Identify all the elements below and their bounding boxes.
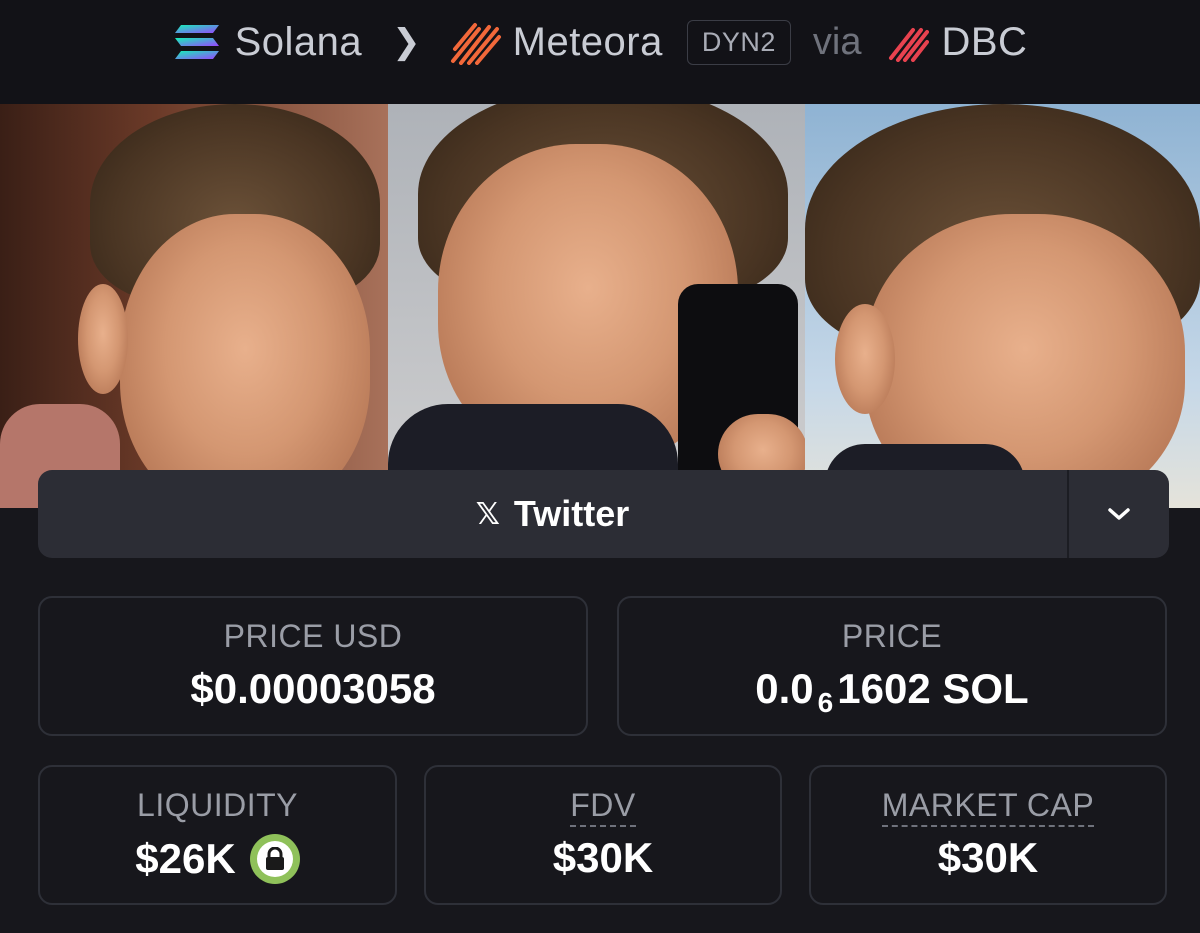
fdv-value: $30K <box>552 834 654 881</box>
x-logo-icon: 𝕏 <box>475 497 500 531</box>
solana-logo-icon <box>174 25 219 59</box>
more-links-dropdown-button[interactable] <box>1069 470 1169 558</box>
price-zero-count: 6 <box>817 687 834 718</box>
fdv-card: FDV $30K <box>424 765 782 905</box>
price-sol-value: 0.0 6 1602 SOL <box>619 665 1165 718</box>
liquidity-card: LIQUIDITY $26K <box>38 765 397 905</box>
liquidity-value-row: $26K <box>40 834 395 884</box>
lock-icon[interactable] <box>249 834 300 884</box>
social-links-bar: 𝕏 Twitter <box>38 470 1169 558</box>
ear-shape <box>78 284 128 394</box>
chain-breadcrumb-bar: Solana ❯ Meteora DYN2 via DBC <box>0 0 1200 104</box>
via-label: via <box>812 20 862 63</box>
price-usd-value: $0.00003058 <box>190 665 436 712</box>
liquidity-value: $26K <box>135 835 236 882</box>
token-banner-image <box>0 104 1200 508</box>
twitter-link-button[interactable]: 𝕏 Twitter <box>38 470 1067 558</box>
liquidity-label: LIQUIDITY <box>137 787 298 823</box>
market-cap-card: MARKET CAP $30K <box>809 765 1167 905</box>
price-prefix: 0.0 <box>755 665 814 712</box>
fdv-label-wrap: FDV <box>426 787 780 827</box>
banner-photo-left <box>0 104 388 508</box>
breadcrumb: Solana ❯ Meteora DYN2 via DBC <box>173 12 1028 72</box>
ear-shape <box>835 304 895 414</box>
price-usd-card: PRICE USD $0.00003058 <box>38 596 588 736</box>
meteora-logo-icon <box>450 23 501 65</box>
price-sol-label: PRICE <box>841 618 943 654</box>
banner-photo-center <box>388 104 808 508</box>
launchpad-link[interactable]: DBC <box>941 20 1027 65</box>
dbc-logo-icon <box>889 28 930 62</box>
price-sol-card: PRICE 0.0 6 1602 SOL <box>617 596 1167 736</box>
banner-photo-right <box>805 104 1200 508</box>
twitter-label: Twitter <box>513 493 630 534</box>
market-cap-label[interactable]: MARKET CAP <box>881 787 1095 827</box>
chevron-right-icon: ❯ <box>392 23 421 61</box>
fdv-label[interactable]: FDV <box>570 787 636 827</box>
chevron-down-icon <box>1108 508 1130 520</box>
market-cap-label-wrap: MARKET CAP <box>811 787 1165 827</box>
price-usd-label: PRICE USD <box>223 618 403 654</box>
market-cap-value: $30K <box>937 834 1039 881</box>
pool-type-badge: DYN2 <box>686 19 791 65</box>
price-suffix: 1602 SOL <box>837 665 1029 712</box>
chain-link[interactable]: Solana <box>235 20 363 65</box>
face-shape <box>120 214 370 508</box>
dex-link[interactable]: Meteora <box>513 20 663 65</box>
